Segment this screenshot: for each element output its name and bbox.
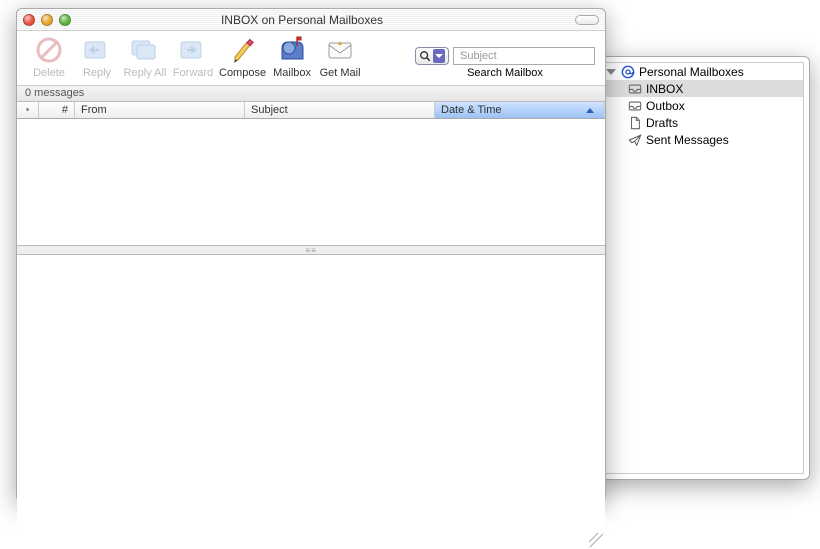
chevron-down-icon <box>433 49 445 63</box>
reply-arrow-icon <box>81 35 113 65</box>
tree-item-label: Sent Messages <box>646 133 729 147</box>
mailboxes-drawer: Personal Mailboxes INBOX Outbox Drafts S… <box>596 56 810 480</box>
toolbar-toggle-pill[interactable] <box>575 15 599 25</box>
search-label: Search Mailbox <box>467 67 543 79</box>
tree-item-outbox[interactable]: Outbox <box>602 97 803 114</box>
button-label: Get Mail <box>320 67 361 79</box>
status-bar: 0 messages <box>17 86 605 102</box>
tree-root-label: Personal Mailboxes <box>639 65 744 79</box>
column-label: # <box>62 104 68 116</box>
search-scope-button[interactable] <box>415 47 449 65</box>
column-from[interactable]: From <box>75 102 245 118</box>
toolbar: Delete Reply Reply All Forward Compose <box>17 31 605 86</box>
tree-item-inbox[interactable]: INBOX <box>602 80 803 97</box>
window-title: INBOX on Personal Mailboxes <box>29 13 575 27</box>
mailbox-icon <box>276 35 308 65</box>
no-entry-icon <box>33 35 65 65</box>
resize-grip[interactable] <box>589 533 603 547</box>
page-icon <box>628 116 642 130</box>
reply-button[interactable]: Reply <box>75 35 119 79</box>
tray-icon <box>628 99 642 113</box>
preview-pane <box>17 255 605 549</box>
button-label: Delete <box>33 67 65 79</box>
column-number[interactable]: # <box>39 102 75 118</box>
button-label: Mailbox <box>273 67 311 79</box>
reply-all-icon <box>129 35 161 65</box>
reply-all-button[interactable]: Reply All <box>123 35 167 79</box>
magnifier-icon <box>419 50 431 62</box>
column-date[interactable]: Date & Time <box>435 102 605 118</box>
compose-button[interactable]: Compose <box>219 35 266 79</box>
column-label: Subject <box>251 104 288 116</box>
tree-item-label: INBOX <box>646 82 683 96</box>
column-label: From <box>81 104 107 116</box>
get-mail-button[interactable]: Get Mail <box>318 35 362 79</box>
envelope-icon <box>324 35 356 65</box>
button-label: Reply <box>83 67 111 79</box>
sort-ascending-icon <box>586 108 594 113</box>
tree-root[interactable]: Personal Mailboxes <box>602 63 803 80</box>
mailbox-button[interactable]: Mailbox <box>270 35 314 79</box>
tray-icon <box>628 82 642 96</box>
column-status[interactable]: • <box>17 102 39 118</box>
mailboxes-tree: Personal Mailboxes INBOX Outbox Drafts S… <box>601 62 804 474</box>
message-list[interactable] <box>17 119 605 245</box>
disclosure-triangle-icon[interactable] <box>606 69 616 75</box>
at-sign-icon <box>621 65 635 79</box>
mail-window: INBOX on Personal Mailboxes Delete Reply… <box>16 8 606 502</box>
pencil-icon <box>227 35 259 65</box>
forward-arrow-icon <box>177 35 209 65</box>
splitter[interactable]: ≡≡ <box>17 245 605 255</box>
delete-button[interactable]: Delete <box>27 35 71 79</box>
button-label: Compose <box>219 67 266 79</box>
tree-item-label: Drafts <box>646 116 678 130</box>
button-label: Reply All <box>124 67 167 79</box>
forward-button[interactable]: Forward <box>171 35 215 79</box>
column-label: Date & Time <box>441 104 502 116</box>
button-label: Forward <box>173 67 213 79</box>
search-input[interactable] <box>453 47 595 65</box>
message-count: 0 messages <box>25 87 84 99</box>
tree-item-label: Outbox <box>646 99 685 113</box>
paper-plane-icon <box>628 133 642 147</box>
column-headers: • # From Subject Date & Time <box>17 102 605 119</box>
titlebar[interactable]: INBOX on Personal Mailboxes <box>17 9 605 31</box>
column-subject[interactable]: Subject <box>245 102 435 118</box>
tree-item-drafts[interactable]: Drafts <box>602 114 803 131</box>
tree-item-sent[interactable]: Sent Messages <box>602 131 803 148</box>
